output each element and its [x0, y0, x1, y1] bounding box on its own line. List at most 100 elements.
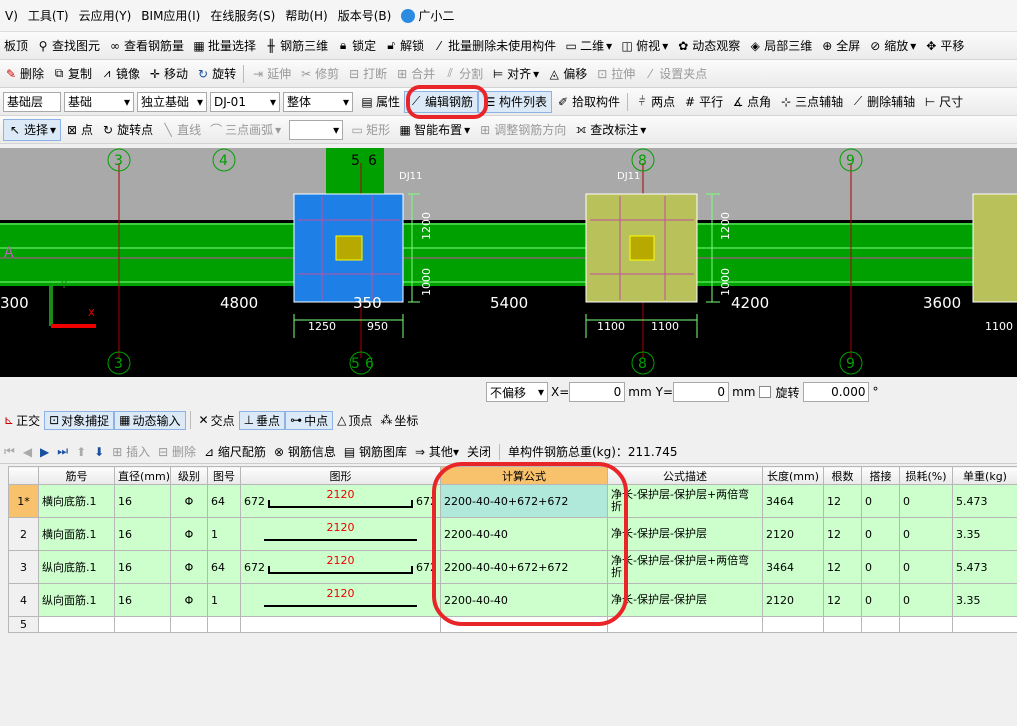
empty-cell[interactable]	[38, 616, 115, 633]
coordinate-snap[interactable]: ⁂ 坐标	[376, 412, 422, 429]
last-record-icon[interactable]: ⏭	[53, 444, 72, 459]
trim-button[interactable]: ✂ 修剪	[295, 63, 343, 85]
view-2d-dropdown[interactable]: ▭ 二维 ▾	[560, 35, 616, 57]
cell-len[interactable]: 3464	[762, 550, 824, 584]
zoom-dropdown[interactable]: ⊘ 缩放 ▾	[864, 35, 920, 57]
column-header[interactable]: 根数	[823, 466, 862, 485]
ortho-toggle[interactable]: ⊾ 正交	[0, 412, 44, 429]
dynamic-input-toggle[interactable]: ▦ 动态输入	[114, 410, 186, 430]
extend-button[interactable]: ⇥ 延伸	[247, 63, 295, 85]
table-row[interactable]: 4 纵向面筋.1 16 Φ 1 2120 2200-40-40 净长-保护层-保护层 2120 1…	[8, 583, 1017, 617]
cell-len[interactable]: 3464	[762, 484, 824, 518]
copy-button[interactable]: ⧉ 复制	[48, 63, 96, 85]
cell-count[interactable]: 12	[823, 583, 862, 617]
component-list-button[interactable]: ☰ 构件列表	[478, 90, 553, 113]
local-3d-button[interactable]: ◈ 局部三维	[744, 35, 816, 57]
fullscreen-button[interactable]: ⊕ 全屏	[816, 35, 864, 57]
edit-rebar-button[interactable]: ⟋ 编辑钢筋	[404, 90, 479, 113]
cell-code[interactable]: 64	[207, 484, 241, 518]
cell-count[interactable]: 12	[823, 484, 862, 518]
cell-dia[interactable]: 16	[114, 484, 171, 518]
move-button[interactable]: ✛ 移动	[144, 63, 192, 85]
empty-cell[interactable]	[762, 616, 824, 633]
adjust-rebar-direction-button[interactable]: ⊞ 调整钢筋方向	[474, 119, 570, 141]
component-select[interactable]: DJ-01 ▾	[210, 91, 280, 112]
cell-code[interactable]: 1	[207, 583, 241, 617]
rebar-3d-button[interactable]: ╫ 钢筋三维	[260, 35, 332, 57]
align-dropdown[interactable]: ⊨ 对齐 ▾	[487, 63, 543, 85]
object-snap-toggle[interactable]: ⊡ 对象捕捉	[44, 410, 115, 430]
mirror-button[interactable]: ⩘ 镜像	[96, 63, 144, 85]
cell-description[interactable]: 净长-保护层-保护层	[607, 583, 763, 617]
empty-cell[interactable]	[861, 616, 900, 633]
cell-dia[interactable]: 16	[114, 550, 171, 584]
drawing-canvas[interactable]: YX 3 4 5 6 8 9 3 5 6 8 9 A 300 4800 350 …	[0, 148, 1017, 377]
cell-grade[interactable]: Φ	[170, 550, 208, 584]
stretch-button[interactable]: ⊡ 拉伸	[591, 63, 639, 85]
cell-wt[interactable]: 5.473	[952, 484, 1017, 518]
cell-description[interactable]: 净长-保护层-保护层+两倍弯折	[607, 550, 763, 584]
menu-version[interactable]: 版本号(B)	[333, 7, 397, 24]
cell-name[interactable]: 纵向底筋.1	[38, 550, 115, 584]
find-element-button[interactable]: ⚲ 查找图元	[32, 35, 104, 57]
scale-rebar-button[interactable]: ⊿ 缩尺配筋	[200, 443, 270, 460]
row-number[interactable]: 1*	[8, 484, 39, 518]
rebar-info-button[interactable]: ⊗ 钢筋信息	[270, 443, 340, 460]
lock-button[interactable]: 🔒︎ 锁定	[332, 35, 380, 57]
drawing-svg[interactable]: YX 3 4 5 6 8 9 3 5 6 8 9 A 300 4800 350 …	[0, 148, 1017, 377]
cell-grade[interactable]: Φ	[170, 583, 208, 617]
table-row[interactable]: 2 横向面筋.1 16 Φ 1 2120 2200-40-40 净长-保护层-保护层 2120 1…	[8, 517, 1017, 551]
other-dropdown[interactable]: ⇒ 其他▾	[411, 443, 463, 460]
cell-formula[interactable]: 2200-40-40+672+672	[440, 550, 608, 584]
cell-formula[interactable]: 2200-40-40+672+672	[440, 484, 608, 518]
cell-lap[interactable]: 0	[861, 583, 900, 617]
rotation-input[interactable]: 0.000	[803, 382, 870, 402]
cell-lap[interactable]: 0	[861, 550, 900, 584]
column-header[interactable]: 图形	[240, 466, 441, 485]
cell-len[interactable]: 2120	[762, 517, 824, 551]
x-coordinate-input[interactable]: 0	[569, 382, 626, 402]
column-header[interactable]: 公式描述	[607, 466, 763, 485]
rotate-checkbox[interactable]	[759, 386, 772, 398]
menu-online[interactable]: 在线服务(S)	[205, 7, 280, 24]
table-row[interactable]: 3 纵向底筋.1 16 Φ 64 672 2120 672 2200-40-40+672+672…	[8, 550, 1017, 584]
empty-cell[interactable]	[440, 616, 608, 633]
cell-loss[interactable]: 0	[899, 517, 953, 551]
empty-cell[interactable]	[170, 616, 208, 633]
point-angle-button[interactable]: ∡ 点角	[727, 91, 775, 113]
empty-cell[interactable]	[207, 616, 241, 633]
slab-top-button[interactable]: 板顶	[0, 35, 32, 57]
first-record-icon[interactable]: ⏮	[0, 444, 19, 459]
cell-shape[interactable]: 2120	[240, 517, 441, 551]
offset-select[interactable]: 不偏移 ▾	[486, 382, 548, 402]
cell-shape[interactable]: 2120	[240, 583, 441, 617]
footing[interactable]	[972, 193, 1017, 303]
cell-description[interactable]: 净长-保护层-保护层+两倍弯折	[607, 484, 763, 518]
column-header[interactable]: 直径(mm)	[114, 466, 171, 485]
cell-dia[interactable]: 16	[114, 517, 171, 551]
empty-cell[interactable]	[952, 616, 1017, 633]
next-record-icon[interactable]: ▶	[36, 445, 53, 459]
cell-grade[interactable]: Φ	[170, 517, 208, 551]
empty-cell[interactable]	[607, 616, 763, 633]
move-down-icon[interactable]: ⬇	[90, 445, 108, 459]
split-button[interactable]: ⫽ 分割	[439, 63, 487, 85]
cell-formula[interactable]: 2200-40-40	[440, 517, 608, 551]
cell-count[interactable]: 12	[823, 550, 862, 584]
menu-help[interactable]: 帮助(H)	[280, 7, 332, 24]
row-number[interactable]: 4	[8, 583, 39, 617]
cell-code[interactable]: 1	[207, 517, 241, 551]
menu-cloud[interactable]: 云应用(Y)	[74, 7, 137, 24]
cell-wt[interactable]: 5.473	[952, 550, 1017, 584]
row-number[interactable]: 2	[8, 517, 39, 551]
merge-button[interactable]: ⊞ 合并	[391, 63, 439, 85]
prev-record-icon[interactable]: ◀	[19, 445, 36, 459]
cell-wt[interactable]: 3.35	[952, 517, 1017, 551]
part-select[interactable]: 整体 ▾	[283, 91, 353, 112]
intersection-snap[interactable]: ✕ 交点	[195, 412, 239, 429]
rectangle-button[interactable]: ▭ 矩形	[346, 119, 394, 141]
column-header[interactable]: 搭接	[861, 466, 900, 485]
cell-grade[interactable]: Φ	[170, 484, 208, 518]
cell-lap[interactable]: 0	[861, 484, 900, 518]
cell-name[interactable]: 纵向面筋.1	[38, 583, 115, 617]
